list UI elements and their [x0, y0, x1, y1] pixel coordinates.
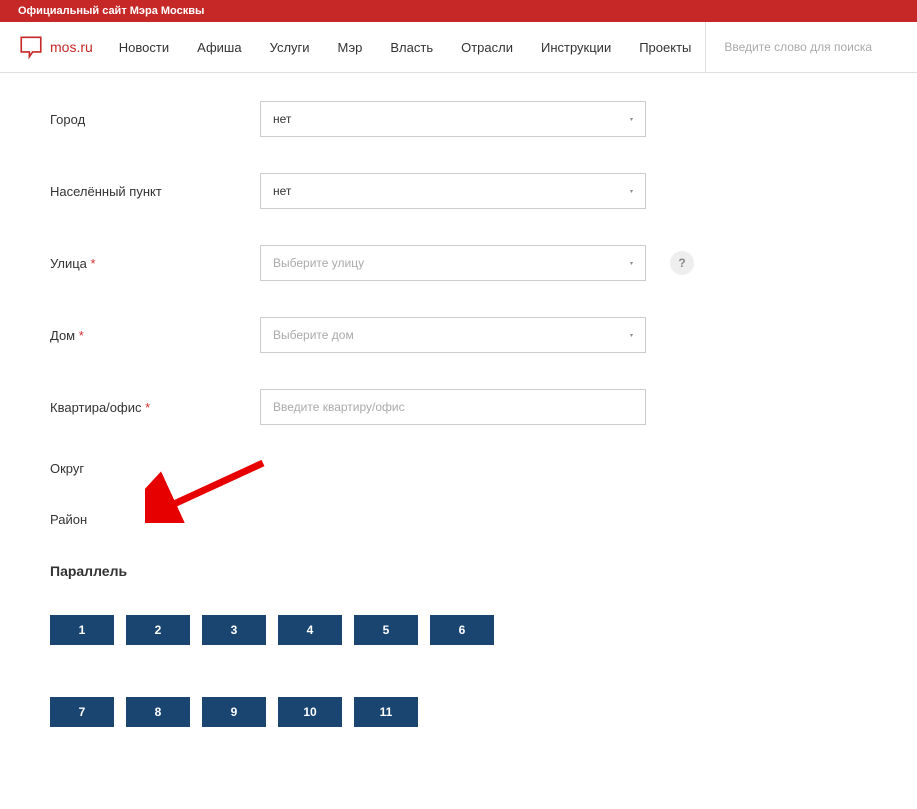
parallel-btn-10[interactable]: 10 [278, 697, 342, 727]
parallel-title: Параллель [50, 563, 917, 579]
label-street-text: Улица [50, 256, 87, 271]
form-row-settlement: Населённый пункт нет ▾ [50, 173, 917, 209]
label-city: Город [50, 112, 260, 127]
street-placeholder: Выберите улицу [273, 256, 364, 270]
nav-items: Новости Афиша Услуги Мэр Власть Отрасли … [105, 40, 706, 55]
form-row-apartment: Квартира/офис * [50, 389, 917, 425]
nav-bar: mos.ru Новости Афиша Услуги Мэр Власть О… [0, 22, 917, 73]
form-row-house: Дом * Выберите дом ▾ [50, 317, 917, 353]
parallel-row-1: 1 2 3 4 5 6 [50, 615, 917, 645]
chevron-down-icon: ▾ [630, 188, 633, 195]
city-value: нет [273, 112, 291, 126]
chevron-down-icon: ▾ [630, 332, 633, 339]
label-okrug: Округ [50, 461, 260, 476]
nav-item-afisha[interactable]: Афиша [183, 40, 255, 55]
chevron-down-icon: ▾ [630, 116, 633, 123]
nav-item-projects[interactable]: Проекты [625, 40, 705, 55]
input-apartment-wrapper[interactable] [260, 389, 646, 425]
input-apartment[interactable] [273, 400, 633, 414]
help-icon[interactable]: ? [670, 251, 694, 275]
parallel-btn-11[interactable]: 11 [354, 697, 418, 727]
nav-item-instructions[interactable]: Инструкции [527, 40, 625, 55]
nav-item-mayor[interactable]: Мэр [324, 40, 377, 55]
label-apartment: Квартира/офис * [50, 400, 260, 415]
select-city[interactable]: нет ▾ [260, 101, 646, 137]
parallel-btn-9[interactable]: 9 [202, 697, 266, 727]
top-bar-text: Официальный сайт Мэра Москвы [18, 5, 204, 17]
chevron-down-icon: ▾ [630, 260, 633, 267]
search-box[interactable] [705, 22, 917, 72]
parallel-btn-7[interactable]: 7 [50, 697, 114, 727]
settlement-value: нет [273, 184, 291, 198]
nav-item-industries[interactable]: Отрасли [447, 40, 527, 55]
required-mark: * [91, 256, 96, 271]
logo-text: mos.ru [50, 39, 93, 55]
label-district: Район [50, 512, 260, 527]
logo-icon [18, 34, 44, 60]
required-mark: * [145, 400, 150, 415]
label-house: Дом * [50, 328, 260, 343]
label-apartment-text: Квартира/офис [50, 400, 141, 415]
top-bar: Официальный сайт Мэра Москвы [0, 0, 917, 22]
content-area: Город нет ▾ Населённый пункт нет ▾ Улица… [0, 73, 917, 809]
nav-item-government[interactable]: Власть [376, 40, 447, 55]
select-house[interactable]: Выберите дом ▾ [260, 317, 646, 353]
label-settlement: Населённый пункт [50, 184, 260, 199]
select-street[interactable]: Выберите улицу ▾ [260, 245, 646, 281]
parallel-btn-8[interactable]: 8 [126, 697, 190, 727]
select-settlement[interactable]: нет ▾ [260, 173, 646, 209]
search-input[interactable] [724, 40, 899, 54]
label-street: Улица * [50, 256, 260, 271]
house-placeholder: Выберите дом [273, 328, 354, 342]
form-row-street: Улица * Выберите улицу ▾ ? [50, 245, 917, 281]
nav-item-news[interactable]: Новости [105, 40, 183, 55]
label-house-text: Дом [50, 328, 75, 343]
parallel-btn-4[interactable]: 4 [278, 615, 342, 645]
logo[interactable]: mos.ru [0, 34, 105, 60]
parallel-btn-1[interactable]: 1 [50, 615, 114, 645]
nav-item-services[interactable]: Услуги [256, 40, 324, 55]
parallel-btn-3[interactable]: 3 [202, 615, 266, 645]
required-mark: * [79, 328, 84, 343]
form-row-district: Район [50, 512, 917, 527]
parallel-btn-2[interactable]: 2 [126, 615, 190, 645]
form-row-okrug: Округ [50, 461, 917, 476]
form-row-city: Город нет ▾ [50, 101, 917, 137]
parallel-btn-6[interactable]: 6 [430, 615, 494, 645]
parallel-row-2: 7 8 9 10 11 [50, 697, 917, 727]
parallel-btn-5[interactable]: 5 [354, 615, 418, 645]
